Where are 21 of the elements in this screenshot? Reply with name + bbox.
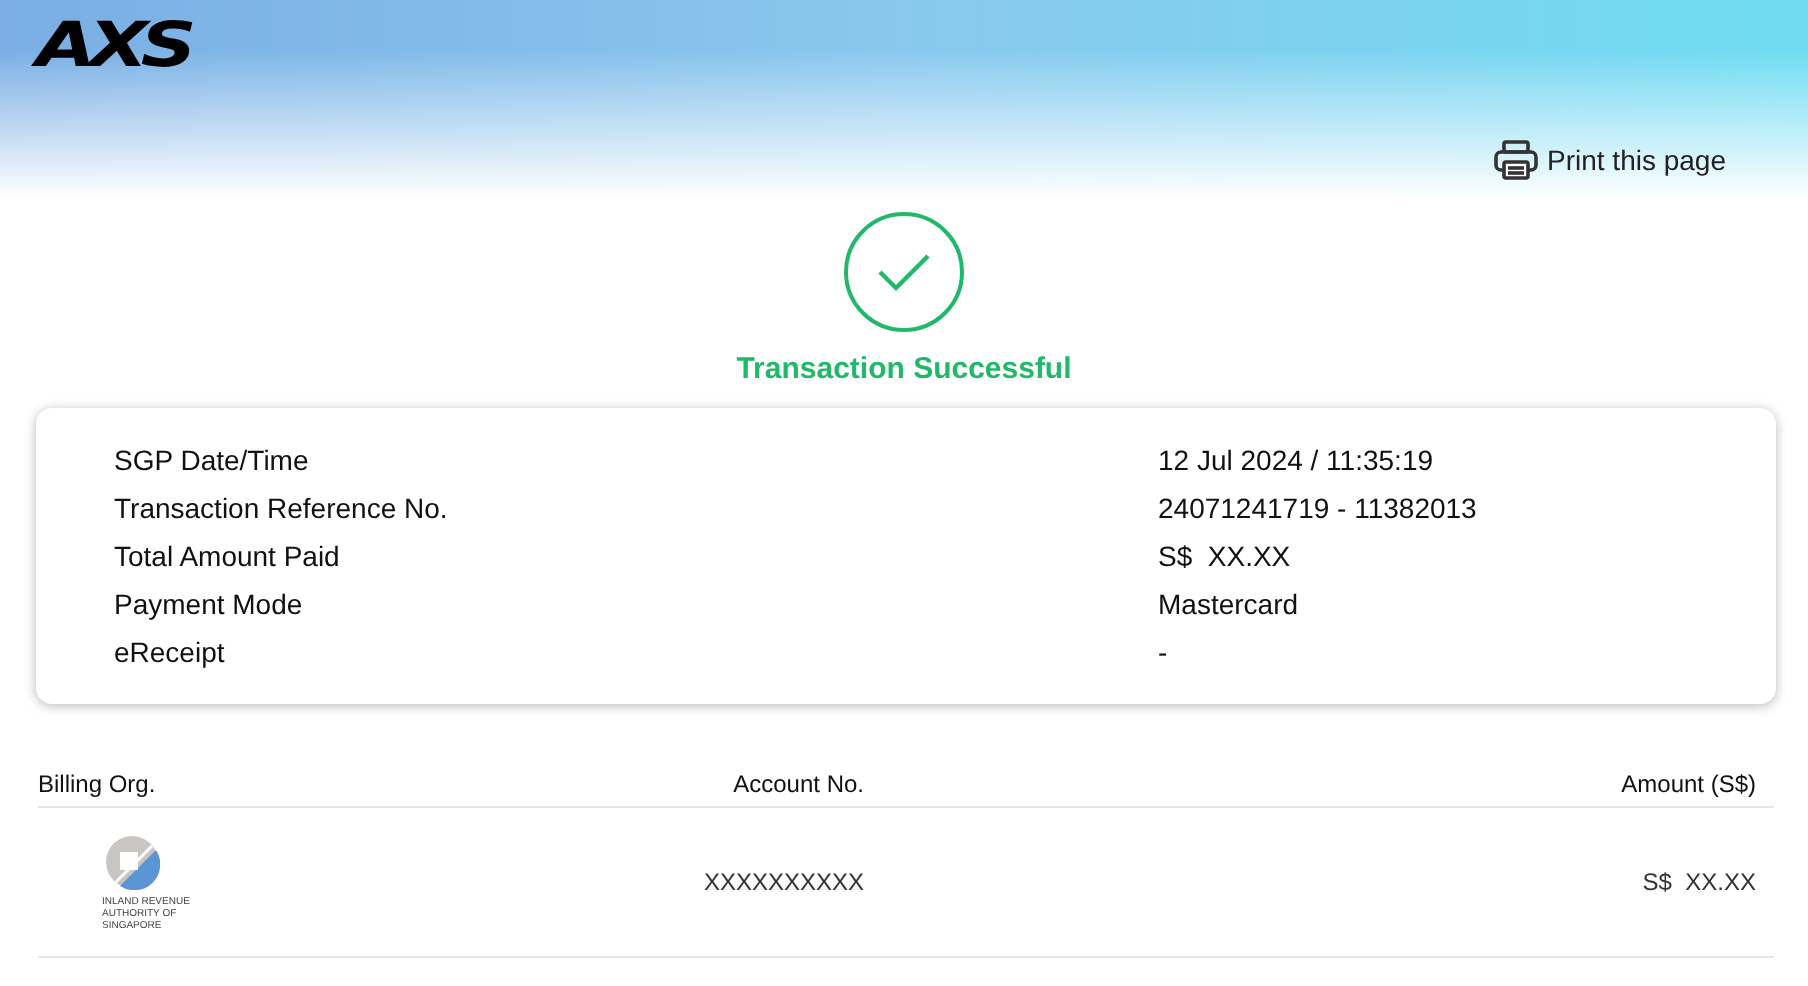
detail-value: -	[1158, 636, 1170, 670]
detail-label: eReceipt	[114, 636, 227, 670]
printer-icon	[1493, 140, 1537, 180]
column-header: Account No.	[731, 770, 864, 798]
detail-label: Transaction Reference No.	[114, 492, 450, 526]
column-header: Amount (S$)	[1619, 770, 1758, 798]
axs-logo: AXS	[36, 12, 190, 80]
org-logo-icon	[104, 833, 160, 889]
status-title: Transaction Successful	[736, 352, 1072, 386]
detail-value: 24071241719 - 11382013	[1158, 492, 1479, 526]
detail-value: S$ XX.XX	[1158, 540, 1293, 574]
detail-label: Payment Mode	[114, 588, 305, 622]
print-link[interactable]: Print this page	[1493, 140, 1726, 180]
detail-label: SGP Date/Time	[114, 444, 311, 478]
table-cell-text: XXXXXXXXXX	[701, 868, 864, 896]
table-cell-text: S$ XX.XX	[1640, 868, 1758, 896]
column-header: Billing Org.	[38, 770, 158, 798]
detail-label: Total Amount Paid	[114, 540, 342, 574]
detail-value: Mastercard	[1158, 588, 1301, 622]
checkmark-icon	[842, 210, 966, 334]
detail-value: 12 Jul 2024 / 11:35:19	[1158, 444, 1436, 478]
